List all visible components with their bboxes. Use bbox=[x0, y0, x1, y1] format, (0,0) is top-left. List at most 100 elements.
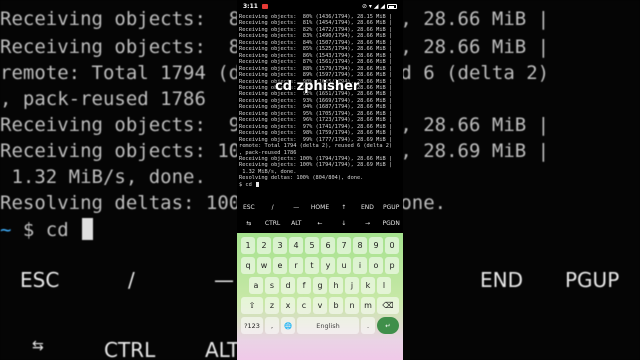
bg-line: 1.32 MiB/s, done. bbox=[0, 166, 206, 188]
bg-key-end: END bbox=[480, 268, 523, 292]
key[interactable]: h bbox=[329, 277, 343, 294]
screen-record-icon bbox=[261, 4, 268, 9]
extra-key[interactable]: HOME bbox=[308, 204, 332, 211]
key[interactable]: v bbox=[313, 297, 327, 314]
key[interactable]: 3 bbox=[273, 237, 287, 254]
key[interactable]: l bbox=[377, 277, 391, 294]
bg-prompt-text: $ cd bbox=[11, 219, 81, 241]
terminal-line: Receiving objects: 94% (1687/1794), 28.6… bbox=[239, 104, 393, 111]
key[interactable]: a bbox=[249, 277, 263, 294]
globe-icon[interactable]: 🌐 bbox=[281, 317, 295, 334]
video-caption: cd zphisher bbox=[275, 79, 360, 94]
extra-key[interactable]: ESC bbox=[237, 204, 261, 211]
terminal-line: Receiving objects: 100% (1794/1794), 28.… bbox=[239, 162, 393, 169]
extra-key[interactable]: ALT bbox=[284, 220, 308, 227]
bg-prompt: ~ $ cd bbox=[0, 218, 94, 241]
key[interactable]: r bbox=[289, 257, 303, 274]
terminal-prompt-text: $ cd bbox=[239, 181, 255, 188]
soft-keyboard: 1234567890 qwertyuiop asdfghjkl ⇧ z x c v b n m… bbox=[237, 233, 403, 360]
key[interactable]: n bbox=[345, 297, 359, 314]
key[interactable]: x bbox=[281, 297, 295, 314]
key[interactable]: d bbox=[281, 277, 295, 294]
terminal-line: Receiving objects: 89% (1597/1794), 28.6… bbox=[239, 72, 393, 79]
keyboard-row-2: asdfghjkl bbox=[239, 277, 401, 294]
key[interactable]: w bbox=[257, 257, 271, 274]
comma-key[interactable]: , bbox=[265, 317, 279, 334]
extra-key[interactable]: PGDN bbox=[379, 220, 403, 227]
backspace-icon[interactable]: ⌫ bbox=[377, 297, 399, 314]
bg-key-pgup: PGUP bbox=[565, 268, 620, 292]
battery-icon bbox=[387, 4, 397, 9]
extra-key[interactable]: PGUP bbox=[379, 204, 403, 211]
key[interactable]: 0 bbox=[385, 237, 399, 254]
period-key[interactable]: . bbox=[361, 317, 375, 334]
key[interactable]: k bbox=[361, 277, 375, 294]
key[interactable]: m bbox=[361, 297, 375, 314]
bg-cursor bbox=[82, 218, 94, 240]
key[interactable]: 4 bbox=[289, 237, 303, 254]
key[interactable]: 8 bbox=[353, 237, 367, 254]
key[interactable]: e bbox=[273, 257, 287, 274]
extra-key[interactable]: CTRL bbox=[261, 220, 285, 227]
status-time: 3:11 bbox=[243, 3, 258, 10]
terminal-cursor bbox=[255, 181, 259, 187]
keyboard-row-1: qwertyuiop bbox=[239, 257, 401, 274]
key[interactable]: b bbox=[329, 297, 343, 314]
symbols-key[interactable]: ?123 bbox=[241, 317, 263, 334]
terminal-line: Receiving objects: 87% (1561/1794), 28.6… bbox=[239, 59, 393, 66]
extra-keys-row2: ⇆ CTRL ALT ← ↓ → PGDN bbox=[237, 215, 403, 231]
bg-key-alt: ALT bbox=[205, 338, 240, 360]
keyboard-row-3: ⇧ z x c v b n m ⌫ bbox=[239, 297, 401, 314]
key[interactable]: p bbox=[385, 257, 399, 274]
key[interactable]: y bbox=[321, 257, 335, 274]
extra-key[interactable]: ← bbox=[308, 220, 332, 227]
extra-key[interactable]: → bbox=[356, 220, 380, 227]
space-key[interactable]: English bbox=[297, 317, 359, 334]
terminal-output[interactable]: Receiving objects: 80% (1436/1794), 28.1… bbox=[237, 14, 403, 198]
key[interactable]: j bbox=[345, 277, 359, 294]
status-icons: ⊘ ▾ ◢ ◢ bbox=[362, 3, 397, 10]
terminal-line: Receiving objects: 98% (1759/1794), 28.6… bbox=[239, 130, 393, 137]
key[interactable]: q bbox=[241, 257, 255, 274]
bg-line: , pack-reused 1786 bbox=[0, 88, 206, 110]
keyboard-bottom-row: ?123 , 🌐 English . ↵ bbox=[239, 317, 401, 334]
extra-key[interactable]: ↑ bbox=[332, 204, 356, 211]
key[interactable]: c bbox=[297, 297, 311, 314]
bg-key-esc: ESC bbox=[20, 268, 60, 292]
key[interactable]: f bbox=[297, 277, 311, 294]
terminal-line: Receiving objects: 83% (1490/1794), 28.6… bbox=[239, 33, 393, 40]
key[interactable]: t bbox=[305, 257, 319, 274]
key[interactable]: z bbox=[265, 297, 279, 314]
extra-keys-row1: ESC / — HOME ↑ END PGUP bbox=[237, 199, 403, 215]
key[interactable]: 1 bbox=[241, 237, 255, 254]
key[interactable]: 7 bbox=[337, 237, 351, 254]
status-right-text: ⊘ ▾ ◢ ◢ bbox=[362, 3, 385, 10]
extra-key[interactable]: END bbox=[356, 204, 380, 211]
extra-key[interactable]: ⇆ bbox=[237, 220, 261, 227]
key[interactable]: 2 bbox=[257, 237, 271, 254]
key[interactable]: u bbox=[337, 257, 351, 274]
key[interactable]: i bbox=[353, 257, 367, 274]
enter-key[interactable]: ↵ bbox=[377, 317, 399, 334]
terminal-line: Receiving objects: 81% (1454/1794), 28.6… bbox=[239, 20, 393, 27]
status-bar: 3:11 ⊘ ▾ ◢ ◢ bbox=[237, 0, 403, 13]
extra-key[interactable]: — bbox=[284, 204, 308, 211]
key[interactable]: 5 bbox=[305, 237, 319, 254]
bg-key-dash: — bbox=[214, 268, 234, 292]
extra-keys-bar: ESC / — HOME ↑ END PGUP ⇆ CTRL ALT ← ↓ → PGDN bbox=[237, 199, 403, 232]
bg-key-tab: ⇆ bbox=[32, 338, 44, 354]
terminal-line: remote: Total 1794 (delta 2), reused 6 (… bbox=[239, 143, 393, 150]
extra-key[interactable]: ↓ bbox=[332, 220, 356, 227]
bg-key-slash: / bbox=[128, 268, 135, 292]
bg-key-ctrl: CTRL bbox=[104, 338, 156, 360]
bg-prompt-tilde: ~ bbox=[0, 219, 12, 241]
terminal-line: Receiving objects: 85% (1525/1794), 28.6… bbox=[239, 46, 393, 53]
key[interactable]: 6 bbox=[321, 237, 335, 254]
key[interactable]: s bbox=[265, 277, 279, 294]
key[interactable]: o bbox=[369, 257, 383, 274]
phone-screen: 3:11 ⊘ ▾ ◢ ◢ Receiving objects: 80% (143… bbox=[237, 0, 403, 360]
key[interactable]: 9 bbox=[369, 237, 383, 254]
shift-icon[interactable]: ⇧ bbox=[241, 297, 263, 314]
extra-key[interactable]: / bbox=[261, 204, 285, 211]
key[interactable]: g bbox=[313, 277, 327, 294]
